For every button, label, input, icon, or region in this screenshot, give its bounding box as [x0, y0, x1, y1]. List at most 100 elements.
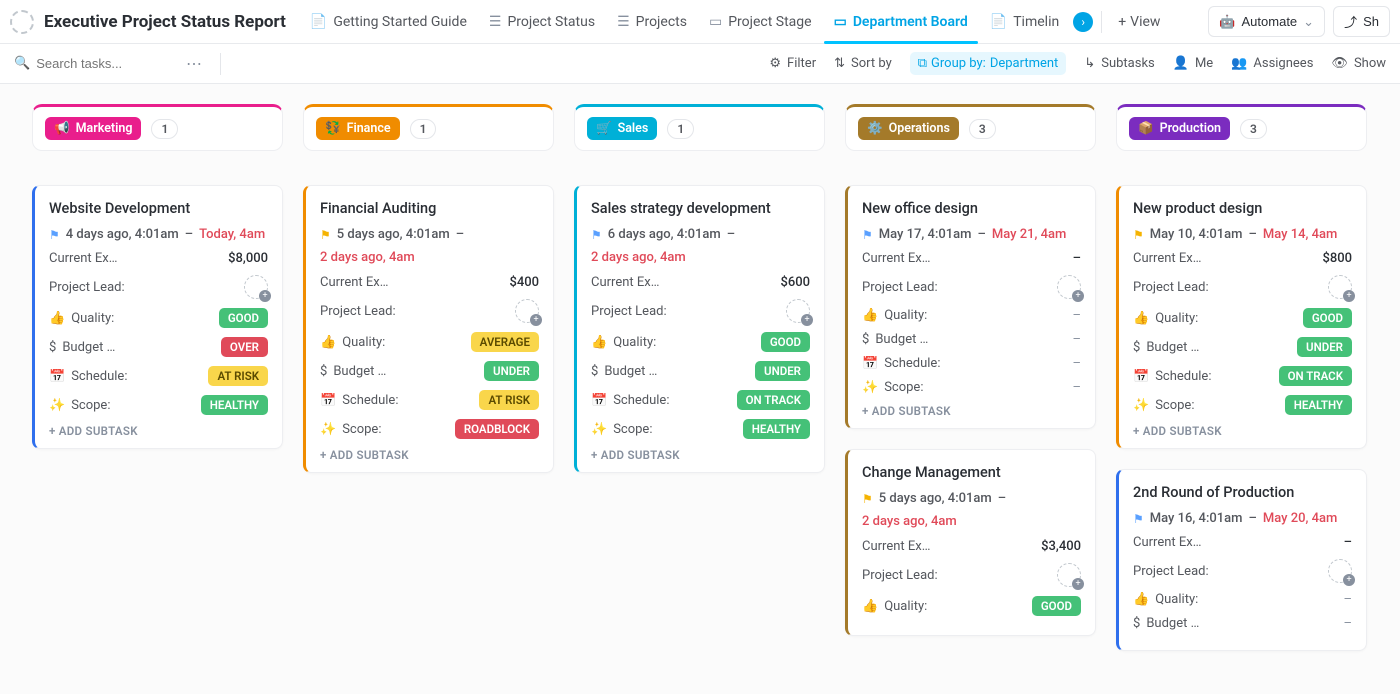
topbar: Executive Project Status Report 📄Getting…	[0, 0, 1400, 44]
date-row: ⚑4 days ago, 4:01am – Today, 4am	[49, 227, 268, 242]
thumb-icon: 👍	[1133, 311, 1149, 326]
column-header[interactable]: 📢Marketing1	[32, 104, 283, 151]
column-operations: ⚙️Operations3 New office design⚑May 17, 4…	[845, 104, 1096, 656]
column-header[interactable]: ⚙️Operations3	[845, 104, 1096, 151]
people-icon: 👥	[1231, 56, 1247, 71]
group-by-button[interactable]: ⧉Group by: Department	[910, 52, 1067, 75]
tab-project-status[interactable]: ☰Project Status	[479, 0, 605, 43]
assign-lead-button[interactable]	[1328, 275, 1352, 299]
tab-icon: 📄	[990, 14, 1007, 30]
thumb-icon: 👍	[862, 308, 878, 323]
add-subtask-button[interactable]: + ADD SUBTASK	[862, 404, 1081, 418]
tab-label: Project Status	[507, 14, 595, 30]
overdue-date: 2 days ago, 4am	[591, 250, 810, 265]
column-chip: 🛒Sales	[587, 117, 657, 140]
add-subtask-button[interactable]: + ADD SUBTASK	[1133, 424, 1352, 438]
expense-value: $3,400	[1041, 539, 1081, 554]
scope-icon: ✨	[862, 380, 878, 395]
dollar-icon: $	[862, 332, 869, 347]
column-header[interactable]: 💱Finance1	[303, 104, 554, 151]
expense-row: Current Ex…–	[1133, 535, 1352, 550]
add-view-button[interactable]: +View	[1110, 14, 1168, 30]
thumb-icon: 👍	[320, 335, 336, 350]
empty-value: –	[1343, 616, 1352, 631]
flag-icon: ⚑	[49, 228, 60, 242]
assign-lead-button[interactable]	[1057, 563, 1081, 587]
column-marketing: 📢Marketing1 Website Development⚑4 days ag…	[32, 104, 283, 469]
app-icon	[10, 10, 34, 34]
lead-row: Project Lead:	[591, 299, 810, 323]
column-count: 1	[667, 119, 694, 139]
task-card[interactable]: Website Development⚑4 days ago, 4:01am –…	[32, 185, 283, 449]
tab-getting-started-guide[interactable]: 📄Getting Started Guide	[300, 0, 477, 43]
subtasks-button[interactable]: ↳Subtasks	[1084, 56, 1154, 71]
search-box[interactable]: 🔍	[14, 56, 174, 71]
status-badge: AT RISK	[479, 390, 539, 410]
budget-row: $ Budget …UNDER	[320, 361, 539, 381]
expense-value: –	[1344, 535, 1352, 550]
task-card[interactable]: New office design⚑May 17, 4:01am – May 2…	[845, 185, 1096, 429]
filter-button[interactable]: ⚙Filter	[769, 56, 816, 71]
expense-label: Current Ex…	[591, 275, 659, 290]
budget-row: $ Budget …OVER	[49, 337, 268, 357]
column-emoji-icon: 📢	[54, 121, 70, 136]
assignees-button[interactable]: 👥Assignees	[1231, 56, 1313, 71]
scope-icon: ✨	[320, 422, 336, 437]
status-badge: ON TRACK	[1279, 366, 1352, 386]
expense-row: Current Ex…$8,000	[49, 251, 268, 266]
task-card[interactable]: 2nd Round of Production⚑May 16, 4:01am –…	[1116, 469, 1367, 651]
more-options-icon[interactable]: ⋯	[186, 54, 204, 73]
more-views-icon[interactable]: ›	[1073, 12, 1093, 32]
view-tabs: 📄Getting Started Guide☰Project Status☰Pr…	[300, 0, 1069, 43]
expense-label: Current Ex…	[49, 251, 117, 266]
status-badge: UNDER	[484, 361, 539, 381]
start-date: 5 days ago, 4:01am	[337, 227, 450, 242]
quality-row: 👍 Quality:–	[1133, 592, 1352, 607]
schedule-row: 📅 Schedule:ON TRACK	[591, 390, 810, 410]
thumb-icon: 👍	[1133, 592, 1149, 607]
empty-value: –	[1072, 380, 1081, 395]
tab-projects[interactable]: ☰Projects	[607, 0, 697, 43]
task-card[interactable]: Financial Auditing⚑5 days ago, 4:01am –2…	[303, 185, 554, 473]
date-row: ⚑5 days ago, 4:01am –	[320, 227, 539, 242]
column-header[interactable]: 📦Production 3	[1116, 104, 1367, 151]
column-chip: 📦Production	[1129, 117, 1230, 140]
status-badge: UNDER	[1297, 337, 1352, 357]
column-count: 3	[1240, 119, 1267, 139]
task-card[interactable]: Sales strategy development⚑6 days ago, 4…	[574, 185, 825, 473]
expense-value: $800	[1322, 251, 1352, 266]
empty-value: –	[1072, 356, 1081, 371]
card-title: 2nd Round of Production	[1133, 484, 1352, 501]
assign-lead-button[interactable]	[1328, 559, 1352, 583]
add-subtask-button[interactable]: + ADD SUBTASK	[49, 424, 268, 438]
show-button[interactable]: 👁Show	[1331, 56, 1386, 71]
tab-project-stage[interactable]: ▭Project Stage	[699, 0, 822, 43]
lead-label: Project Lead:	[1133, 280, 1209, 295]
me-button[interactable]: 👤Me	[1173, 56, 1213, 71]
dollar-icon: $	[1133, 616, 1140, 631]
automate-button[interactable]: 🤖Automate⌄	[1208, 6, 1325, 37]
expense-label: Current Ex…	[320, 275, 388, 290]
task-card[interactable]: Change Management⚑5 days ago, 4:01am –2 …	[845, 449, 1096, 636]
share-button[interactable]: ⤴Sh	[1333, 6, 1390, 37]
flag-icon: ⚑	[591, 228, 602, 242]
assign-lead-button[interactable]	[1057, 275, 1081, 299]
assign-lead-button[interactable]	[786, 299, 810, 323]
add-subtask-button[interactable]: + ADD SUBTASK	[591, 448, 810, 462]
task-card[interactable]: New product design⚑May 10, 4:01am – May …	[1116, 185, 1367, 449]
tab-department-board[interactable]: ▭Department Board	[824, 0, 978, 43]
card-title: Financial Auditing	[320, 200, 539, 217]
column-emoji-icon: 📦	[1138, 121, 1154, 136]
column-header[interactable]: 🛒Sales 1	[574, 104, 825, 151]
expense-row: Current Ex…$600	[591, 275, 810, 290]
lead-row: Project Lead:	[862, 563, 1081, 587]
dollar-icon: $	[1133, 340, 1140, 355]
tab-timelin[interactable]: 📄Timelin	[980, 0, 1069, 43]
sort-button[interactable]: ⇅Sort by	[834, 56, 892, 71]
lead-row: Project Lead:	[320, 299, 539, 323]
add-subtask-button[interactable]: + ADD SUBTASK	[320, 448, 539, 462]
assign-lead-button[interactable]	[244, 275, 268, 299]
tab-icon: ☰	[617, 14, 630, 30]
search-input[interactable]	[36, 56, 156, 71]
assign-lead-button[interactable]	[515, 299, 539, 323]
